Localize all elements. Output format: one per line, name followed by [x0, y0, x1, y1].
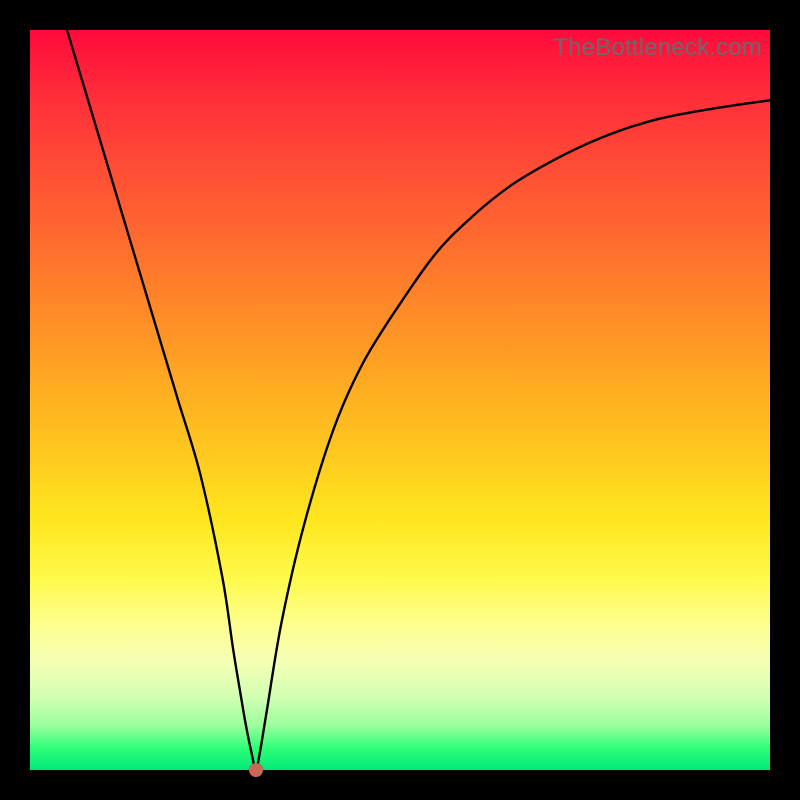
bottleneck-curve — [30, 30, 770, 770]
plot-area: TheBottleneck.com — [30, 30, 770, 770]
watermark-text: TheBottleneck.com — [553, 34, 762, 62]
chart-frame: TheBottleneck.com — [0, 0, 800, 800]
minimum-marker — [249, 763, 263, 777]
